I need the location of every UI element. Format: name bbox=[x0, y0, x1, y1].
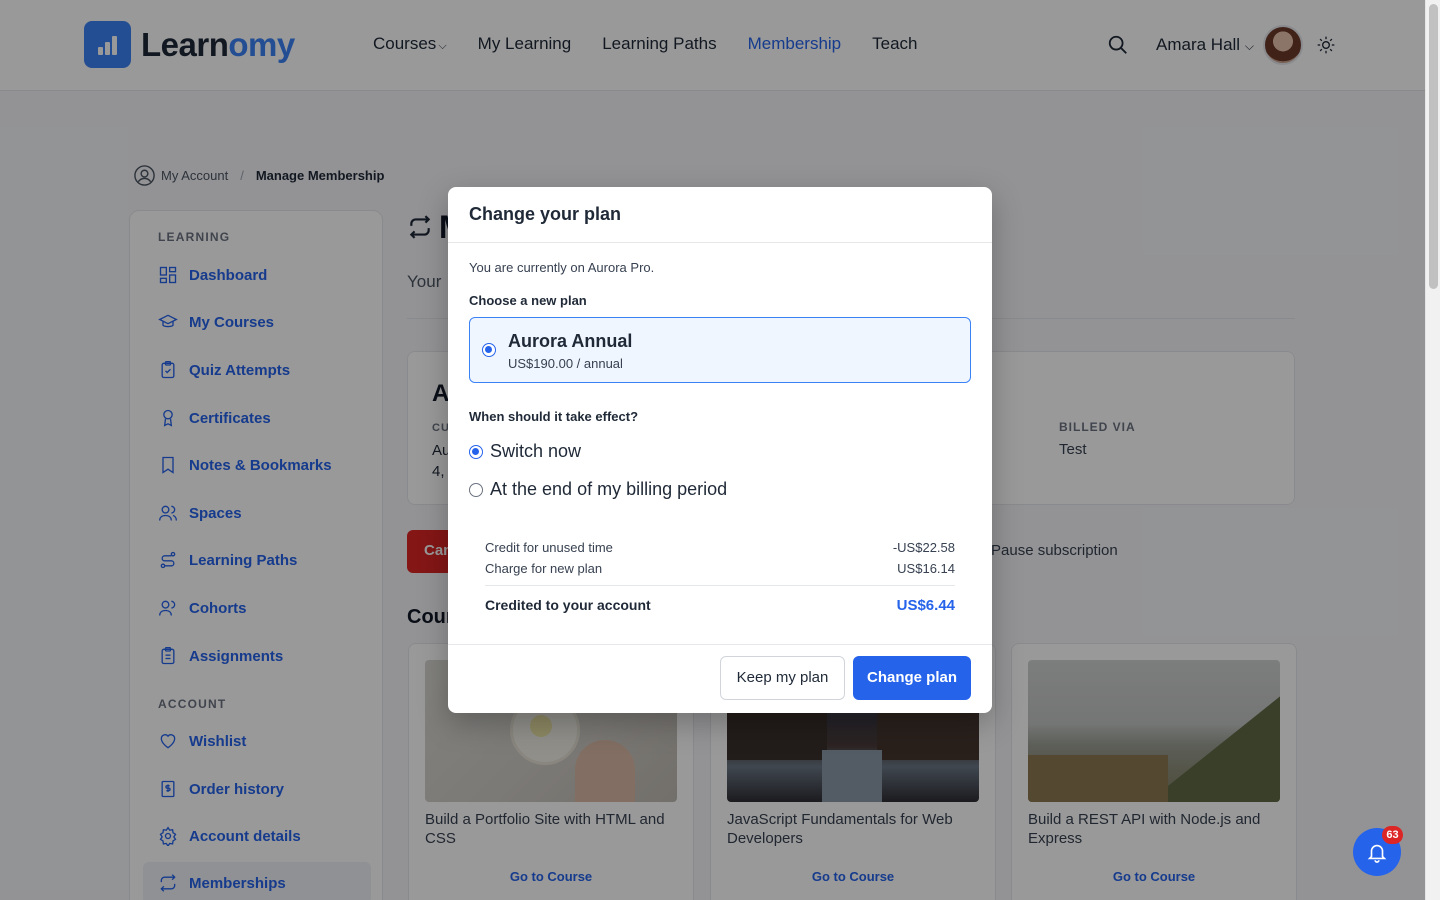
choose-plan-label: Choose a new plan bbox=[469, 293, 587, 308]
plan-option-price: US$190.00 / annual bbox=[508, 356, 623, 371]
divider bbox=[448, 242, 992, 243]
notification-count-badge: 63 bbox=[1382, 826, 1403, 844]
timing-label: When should it take effect? bbox=[469, 409, 639, 424]
modal-title: Change your plan bbox=[469, 204, 622, 224]
credit-row: Credit for unused time -US$22.58 bbox=[485, 540, 955, 555]
scrollbar[interactable] bbox=[1425, 0, 1440, 900]
charge-row: Charge for new plan US$16.14 bbox=[485, 561, 955, 576]
end-of-period-radio[interactable] bbox=[469, 483, 483, 497]
current-plan-text: You are currently on Aurora Pro. bbox=[469, 260, 655, 275]
switch-now-label[interactable]: Switch now bbox=[490, 441, 581, 462]
change-plan-modal: Change your plan You are currently on Au… bbox=[448, 187, 992, 713]
scrollbar-thumb[interactable] bbox=[1429, 4, 1438, 289]
bell-icon bbox=[1367, 844, 1387, 863]
divider bbox=[448, 644, 992, 645]
plan-option-aurora-annual[interactable]: Aurora Annual US$190.00 / annual bbox=[469, 317, 971, 383]
credit-value: -US$22.58 bbox=[892, 540, 955, 555]
charge-value: US$16.14 bbox=[897, 561, 955, 576]
keep-plan-button[interactable]: Keep my plan bbox=[720, 656, 845, 700]
total-row: Credited to your account US$6.44 bbox=[485, 597, 955, 614]
end-of-period-label[interactable]: At the end of my billing period bbox=[490, 479, 727, 500]
plan-radio[interactable] bbox=[482, 343, 496, 357]
switch-now-radio[interactable] bbox=[469, 445, 483, 459]
credit-label: Credit for unused time bbox=[485, 540, 613, 555]
total-value: US$6.44 bbox=[896, 597, 955, 614]
charge-label: Charge for new plan bbox=[485, 561, 603, 576]
divider bbox=[485, 585, 955, 586]
change-plan-button[interactable]: Change plan bbox=[853, 656, 971, 700]
plan-option-name: Aurora Annual bbox=[508, 331, 633, 351]
total-label: Credited to your account bbox=[485, 597, 651, 613]
